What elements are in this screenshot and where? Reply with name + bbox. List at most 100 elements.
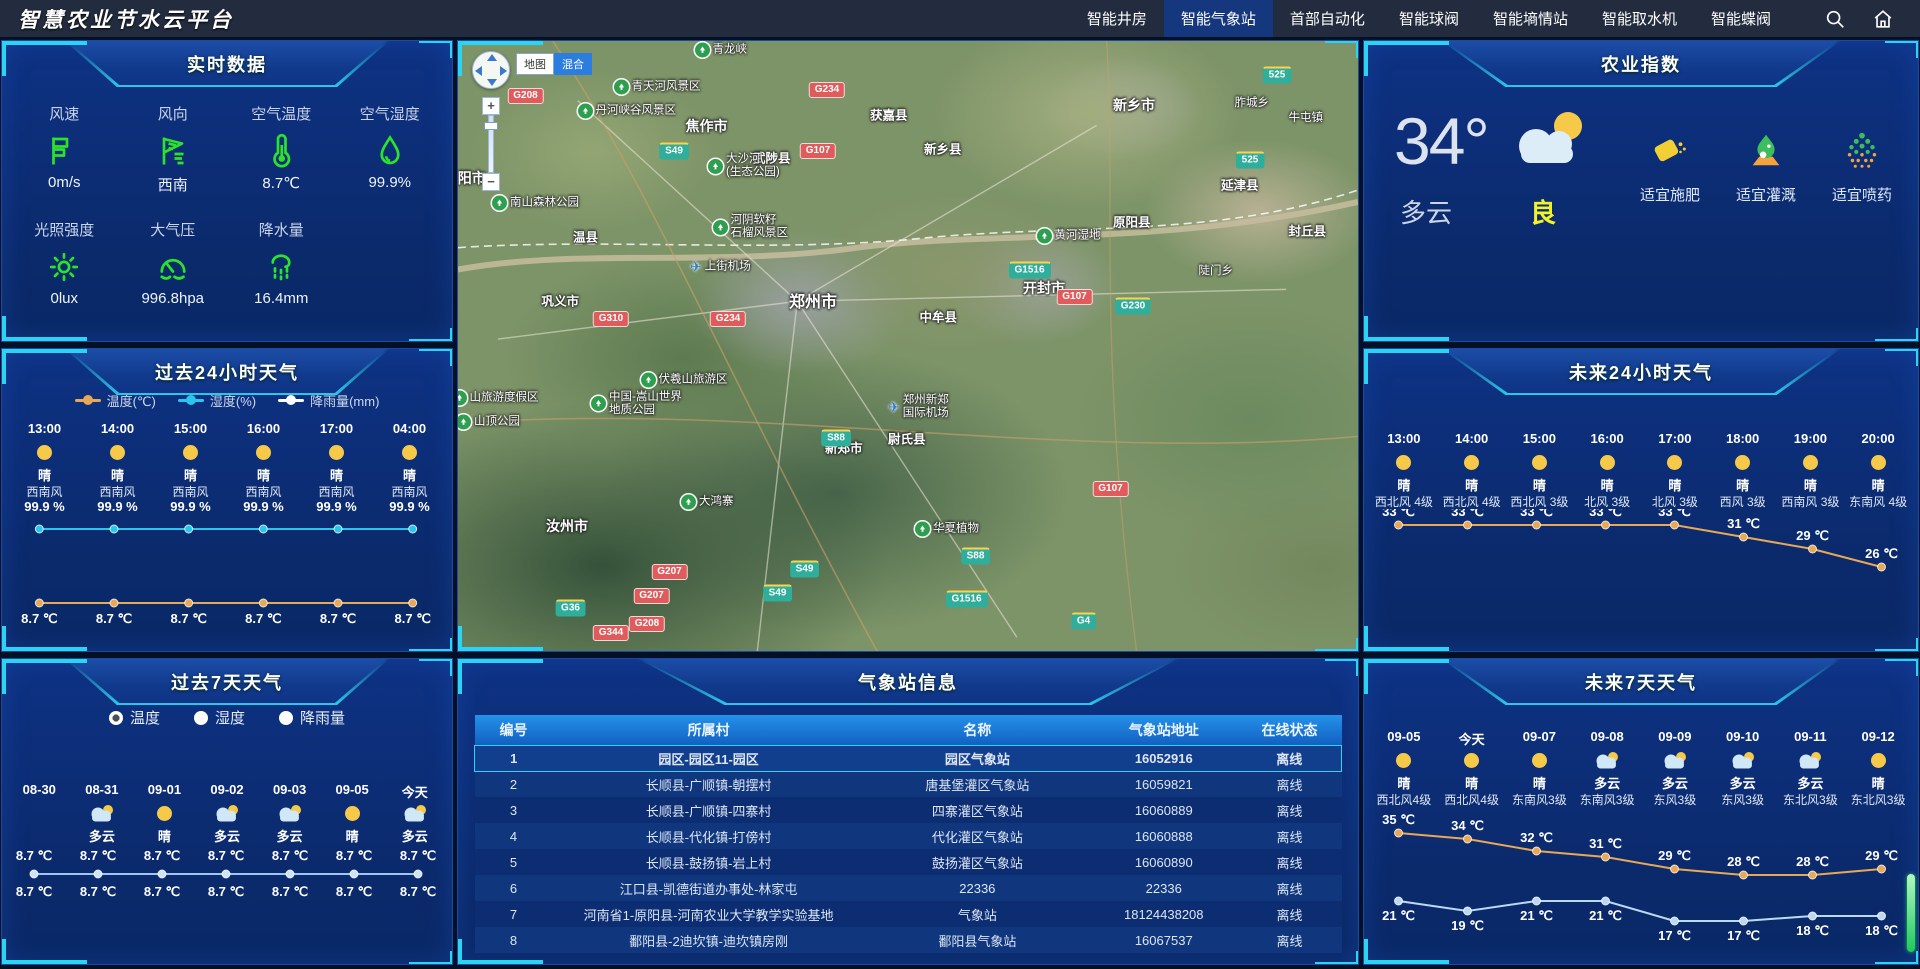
weather-column: 17:00晴西南风99.9 %	[300, 421, 373, 517]
past24-line-chart: 8.7 ℃8.7 ℃8.7 ℃8.7 ℃8.7 ℃8.7 ℃	[2, 517, 450, 637]
table-row[interactable]: 7河南省1-原阳县-河南农业大学教学实验基地气象站18124438208离线	[475, 901, 1342, 927]
svg-text:17 ℃: 17 ℃	[1727, 928, 1760, 943]
cloudy-icon	[196, 802, 259, 824]
satellite-map[interactable]: 青龙峡青天河风景区丹河峡谷风景区焦作市获嘉县新乡市胙城乡牛屯镇新乡县武陟县大沙河…	[458, 41, 1358, 651]
panel-title: 未来24小时天气	[1442, 349, 1841, 395]
weather-hum: 99.9 %	[373, 499, 446, 517]
weather-cond: 多云	[383, 826, 446, 844]
svg-text:29 ℃: 29 ℃	[1658, 848, 1691, 863]
nav-item[interactable]: 智能气象站	[1164, 0, 1273, 37]
svg-text:35 ℃: 35 ℃	[1382, 812, 1415, 827]
panel-header: 过去7天天气	[65, 659, 389, 705]
radio-button[interactable]	[194, 711, 208, 725]
svg-text:21 ℃: 21 ℃	[1589, 908, 1622, 923]
map-type-button[interactable]: 混合	[554, 53, 592, 75]
weather-wind: 东风3级	[1641, 791, 1709, 807]
table-row[interactable]: 6江口县-凯德街道办事处-林家屯2233622336离线	[475, 875, 1342, 901]
weather-date: 09-08	[1573, 729, 1641, 747]
metric-thermometer: 空气温度8.7℃	[227, 103, 336, 195]
zoom-slider-thumb[interactable]	[484, 122, 498, 130]
metric-label: 降水量	[227, 219, 336, 240]
table-row[interactable]: 4长顺县-代化镇-打傍村代化灌区气象站16060888离线	[475, 823, 1342, 849]
weather-hum: 99.9 %	[8, 499, 81, 517]
svg-text:18 ℃: 18 ℃	[1796, 923, 1829, 938]
svg-text:8.7 ℃: 8.7 ℃	[245, 611, 281, 626]
weather-cond: 晴	[1506, 475, 1574, 493]
weather-wind: 西北风 4级	[1370, 493, 1438, 509]
panel-scrollbar[interactable]	[1907, 874, 1915, 952]
svg-text:33 ℃: 33 ℃	[1589, 509, 1622, 519]
table-row[interactable]: 1园区-园区11-园区园区气象站16052916离线	[475, 745, 1342, 771]
weather-column: 18:00晴西风 3级	[1709, 431, 1777, 509]
weather-cond: 晴	[300, 465, 373, 483]
weather-column: 19:00晴西南风 3级	[1777, 431, 1845, 509]
zoom-slider[interactable]	[488, 115, 494, 173]
metric-label: 风向	[119, 103, 228, 124]
light-icon	[10, 246, 119, 288]
weather-date: 今天	[1438, 729, 1506, 747]
radio-button[interactable]	[279, 711, 293, 725]
weather-column: 09-02多云	[196, 782, 259, 844]
nav-item[interactable]: 首部自动化	[1273, 0, 1382, 37]
weather-cond: 多云	[71, 826, 134, 844]
table-cell: 唐基堡灌区气象站	[865, 771, 1090, 797]
zoom-out-button[interactable]: −	[482, 173, 500, 191]
future7-line-chart: 35 ℃34 ℃32 ℃31 ℃29 ℃28 ℃28 ℃29 ℃21 ℃19 ℃…	[1364, 807, 1916, 951]
weather-time: 19:00	[1777, 431, 1845, 449]
sun-icon	[1709, 451, 1777, 473]
svg-text:33 ℃: 33 ℃	[1658, 509, 1691, 519]
pressure-icon	[119, 246, 228, 288]
metric-wind-dir: 风向西南	[119, 103, 228, 195]
panel-corner-accent	[1363, 626, 1449, 652]
panel-past-24h-weather: 过去24小时天气 温度(℃)湿度(%)降雨量(mm) 13:00晴西南风99.9…	[1, 348, 453, 652]
metric-value: 996.8hpa	[119, 290, 228, 307]
weather-cond: 晴	[1438, 773, 1506, 791]
weather-cond: 晴	[1641, 475, 1709, 493]
table-cell: 鄱阳县气象站	[865, 927, 1090, 953]
weather-cond: 多云	[1709, 773, 1777, 791]
radio-button[interactable]	[109, 711, 123, 725]
nav-item[interactable]: 智能墒情站	[1476, 0, 1585, 37]
home-icon[interactable]	[1872, 8, 1894, 30]
svg-text:21 ℃: 21 ℃	[1520, 908, 1553, 923]
weather-time: 15:00	[154, 421, 227, 439]
table-row[interactable]: 8鄱阳县-2迪坎镇-迪坎镇房刚鄱阳县气象站16067537离线	[475, 927, 1342, 953]
panel-map: 青龙峡青天河风景区丹河峡谷风景区焦作市获嘉县新乡市胙城乡牛屯镇新乡县武陟县大沙河…	[457, 40, 1359, 652]
svg-text:8.7 ℃: 8.7 ℃	[272, 848, 308, 863]
weather-time: 04:00	[373, 421, 446, 439]
sun-icon	[300, 441, 373, 463]
nav-item[interactable]: 智能取水机	[1585, 0, 1694, 37]
search-icon[interactable]	[1824, 8, 1846, 30]
agri-indices: 适宜施肥适宜灌溉适宜喷药	[1640, 129, 1892, 230]
series-radio[interactable]: 降雨量	[279, 707, 345, 728]
weather-cond	[8, 826, 71, 844]
series-radio[interactable]: 温度	[109, 707, 160, 728]
svg-text:33 ℃: 33 ℃	[1382, 509, 1415, 519]
map-type-button[interactable]: 地图	[516, 53, 554, 75]
agri-index-irrigate: 适宜灌溉	[1736, 129, 1796, 230]
nav-item[interactable]: 智能球阀	[1382, 0, 1476, 37]
weather-columns: 08-3008-31多云09-01晴09-02多云09-03多云09-05晴今天…	[2, 782, 452, 844]
nav-item[interactable]: 智能井房	[1070, 0, 1164, 37]
map-navigation-control: + −	[472, 51, 510, 191]
table-row[interactable]: 5长顺县-鼓扬镇-岩上村鼓扬灌区气象站16060890离线	[475, 849, 1342, 875]
weather-cond: 晴	[227, 465, 300, 483]
weather-column: 09-10多云东风3级	[1709, 729, 1777, 807]
weather-hum: 99.9 %	[81, 499, 154, 517]
panel-corner-accent	[1315, 951, 1359, 965]
zoom-in-button[interactable]: +	[482, 97, 500, 115]
weather-cond: 多云	[1777, 773, 1845, 791]
table-row[interactable]: 3长顺县-广顺镇-四寨村四寨灌区气象站16060889离线	[475, 797, 1342, 823]
series-radio[interactable]: 湿度	[194, 707, 245, 728]
weather-cond: 多云	[196, 826, 259, 844]
legend-marker	[75, 399, 101, 402]
map-pan-control[interactable]	[472, 51, 510, 89]
metric-label: 风速	[10, 103, 119, 124]
weather-wind: 东风3级	[1709, 791, 1777, 807]
table-row[interactable]: 2长顺县-广顺镇-朝摆村唐基堡灌区气象站16059821离线	[475, 771, 1342, 797]
table-cell: 22336	[865, 875, 1090, 901]
table-header: 在线状态	[1237, 715, 1341, 745]
metric-humidity: 空气湿度99.9%	[336, 103, 445, 195]
nav-item[interactable]: 智能蝶阀	[1694, 0, 1788, 37]
metric-wind-speed: 风速0m/s	[10, 103, 119, 195]
